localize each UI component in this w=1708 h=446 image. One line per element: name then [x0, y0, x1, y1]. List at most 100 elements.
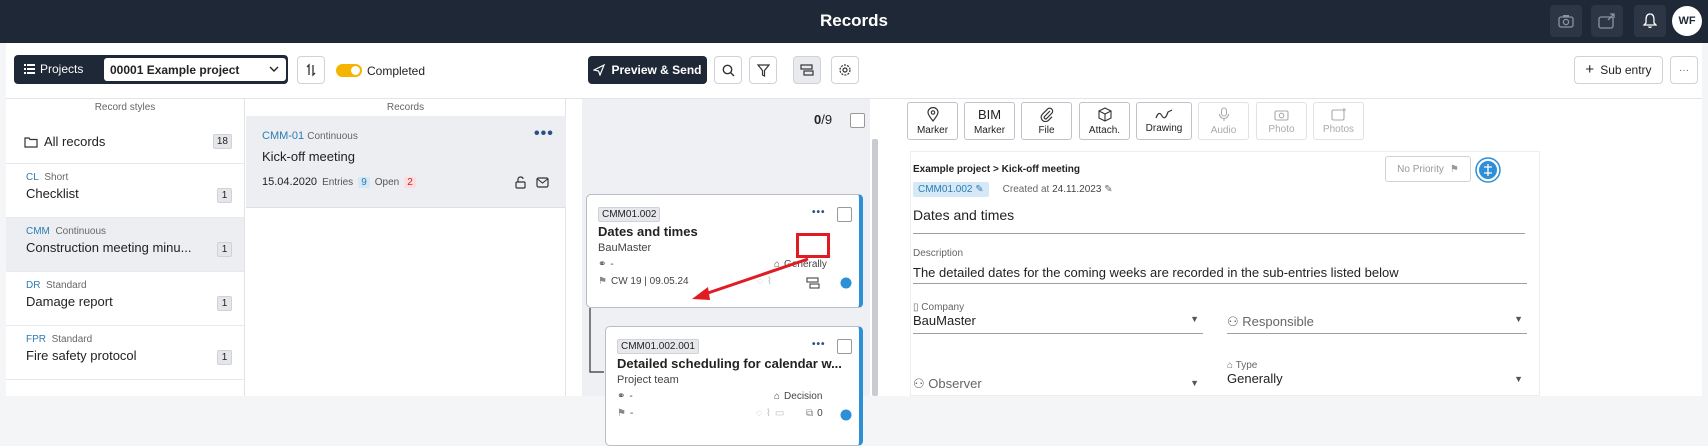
assignee-icon: ⚭ [598, 259, 607, 270]
entries-counter: 0/9 [814, 112, 833, 127]
group-icon: ⚇ [913, 376, 925, 391]
tool-photo[interactable]: Photo [1256, 102, 1307, 140]
settings-button[interactable] [831, 56, 859, 84]
entry-code-badge[interactable]: CMM01.002 ✎ [913, 182, 989, 197]
breadcrumb: Example project > Kick-off meeting [913, 164, 1080, 175]
filter-icon [756, 63, 770, 77]
sub-entry-checkbox[interactable] [837, 339, 852, 354]
sub-entry-tag: Decision [784, 391, 823, 402]
record-more-button[interactable]: ••• [534, 125, 554, 143]
entry-more-button[interactable]: ••• [812, 207, 826, 218]
user-avatar[interactable]: WF [1672, 6, 1702, 36]
paperclip-icon [1040, 107, 1053, 122]
more-options-button[interactable]: ··· [1670, 56, 1698, 84]
created-info: Created at 24.11.2023 ✎ [1002, 184, 1113, 195]
tool-photos[interactable]: Photos [1313, 102, 1364, 140]
notifications-button[interactable] [1634, 5, 1666, 37]
info-icon[interactable] [840, 277, 852, 289]
unlock-icon[interactable] [514, 176, 527, 189]
camera-button[interactable] [1550, 5, 1582, 37]
completed-toggle[interactable] [336, 64, 362, 77]
style-item-damage-report[interactable]: DR Standard Damage report 1 [6, 271, 244, 325]
list-icon [24, 64, 35, 74]
tool-drawing[interactable]: Drawing [1136, 102, 1192, 140]
entry-checkbox[interactable] [837, 207, 852, 222]
mic-icon [1218, 106, 1229, 121]
status-icon[interactable] [1475, 157, 1501, 183]
responsible-field[interactable]: ⚇ Responsible ▼ [1227, 302, 1527, 334]
style-item-checklist[interactable]: CL Short Checklist 1 [6, 163, 244, 217]
tool-audio[interactable]: Audio [1198, 102, 1249, 140]
sub-entry-more-button[interactable]: ••• [812, 339, 826, 350]
tag-icon: ⌂ [1227, 360, 1234, 371]
flag-icon: ⚑ [1449, 163, 1459, 175]
search-button[interactable] [714, 56, 742, 84]
sub-entry-author: Project team [617, 374, 679, 386]
plus-icon: + [1585, 61, 1595, 78]
record-card[interactable]: CMM-01 Continuous ••• Kick-off meeting 1… [246, 116, 566, 208]
priority-selector[interactable]: No Priority ⚑ [1385, 156, 1471, 182]
preview-send-button[interactable]: Preview & Send [588, 56, 707, 84]
title-field[interactable]: Dates and times [913, 207, 1525, 234]
record-styles-header: Record styles [94, 102, 156, 113]
style-item-next[interactable] [6, 379, 244, 433]
tag-icon: ⌂ [774, 391, 781, 402]
style-item-fire-safety[interactable]: FPR Standard Fire safety protocol 1 [6, 325, 244, 379]
cube-icon [1097, 106, 1112, 122]
main-frame: Projects 00001 Example project Completed… [6, 43, 1702, 446]
search-icon [722, 64, 734, 76]
all-records-item[interactable]: All records 18 [24, 134, 232, 149]
entry-title: Dates and times [598, 224, 698, 239]
chevron-down-icon: ▼ [1190, 314, 1199, 324]
select-all-checkbox[interactable] [850, 113, 865, 128]
assignee-icon: ⚭ [617, 391, 626, 402]
mail-icon[interactable] [536, 177, 549, 188]
photos-icon [1330, 108, 1346, 121]
completed-label: Completed [367, 64, 426, 78]
tool-attach[interactable]: Attach. [1079, 102, 1130, 140]
flag-icon: ⚑ [617, 408, 626, 419]
subentries-icon [800, 64, 814, 76]
subentries-view-button[interactable] [793, 56, 821, 84]
app-header: Records WF [0, 0, 1708, 43]
project-dropdown[interactable]: 00001 Example project [104, 58, 286, 81]
tool-file[interactable]: File [1021, 102, 1072, 140]
entry-author: BauMaster [598, 242, 652, 254]
sub-entry-title: Detailed scheduling for calendar w... [617, 356, 842, 371]
add-sub-entry-button[interactable]: + Sub entry [1574, 56, 1663, 84]
chevron-down-icon: ▼ [1514, 374, 1523, 384]
info-icon[interactable] [840, 409, 852, 421]
upload-icon [1598, 13, 1615, 29]
record-styles-panel: Record styles All records 18 CL Short Ch… [6, 99, 245, 396]
style-item-construction-meeting[interactable]: CMM Continuous Construction meeting minu… [6, 217, 244, 271]
camera-icon [1558, 15, 1574, 28]
attachment-icon: ⌇ [765, 408, 771, 419]
chevron-down-icon: ▼ [1514, 314, 1523, 324]
subentries-icon: ⧉ [806, 408, 814, 419]
more-icon: ··· [1679, 64, 1689, 76]
pen-icon [1155, 109, 1173, 119]
entries-scrollbar[interactable] [872, 139, 878, 396]
sub-entry-card[interactable]: CMM01.002.001 ••• Detailed scheduling fo… [605, 326, 863, 446]
projects-label[interactable]: Projects [24, 62, 83, 76]
sort-button[interactable] [297, 56, 325, 84]
records-panel: Records CMM-01 Continuous ••• Kick-off m… [246, 99, 566, 396]
observer-field[interactable]: ⚇ Observer ▼ [913, 364, 1203, 396]
send-icon [593, 64, 606, 76]
records-header: Records [386, 102, 425, 113]
company-field[interactable]: ▯ Company BauMaster ▼ [913, 302, 1203, 334]
chevron-down-icon [269, 66, 279, 72]
record-meta: 15.04.2020 Entries 9 Open 2 [262, 176, 416, 188]
pin-icon [926, 106, 939, 122]
description-field[interactable]: Description The detailed dates for the c… [913, 248, 1527, 284]
chevron-down-icon: ▼ [1190, 378, 1199, 388]
sort-icon [306, 63, 316, 77]
project-selector: Projects 00001 Example project [14, 55, 288, 84]
entry-code: CMM01.002 [598, 207, 661, 222]
page-title: Records [819, 11, 889, 30]
share-button[interactable] [1591, 5, 1623, 37]
type-field[interactable]: ⌂ Type Generally ▼ [1227, 360, 1527, 396]
filter-button[interactable] [749, 56, 777, 84]
tool-marker[interactable]: Marker [907, 102, 958, 140]
tool-bim-marker[interactable]: BIM Marker [964, 102, 1015, 140]
